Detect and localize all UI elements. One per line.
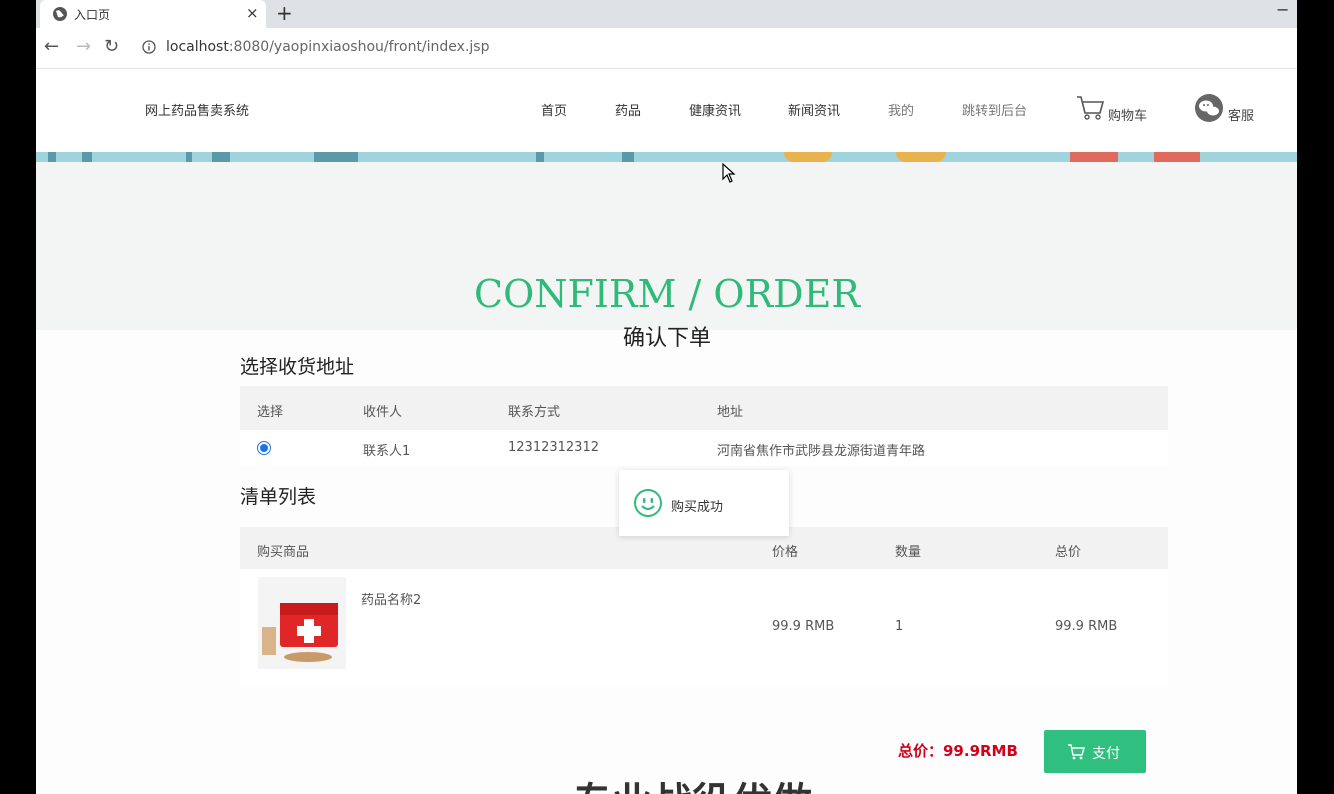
header-subtotal: 总价 xyxy=(1055,545,1082,560)
banner-block xyxy=(784,152,832,162)
header-product: 购买商品 xyxy=(257,545,310,560)
toast-message: 购买成功 xyxy=(671,500,724,515)
banner-block xyxy=(622,152,634,162)
browser-toolbar: ← → ↻ localhost:8080/yaopinxiaoshou/fron… xyxy=(36,28,1297,69)
nav-mine[interactable]: 我的 xyxy=(888,100,914,119)
address-bar[interactable]: localhost:8080/yaopinxiaoshou/front/inde… xyxy=(136,34,1286,62)
forward-icon[interactable]: → xyxy=(76,36,91,57)
nav-medicine[interactable]: 药品 xyxy=(615,100,641,119)
mouse-cursor-icon xyxy=(722,163,736,183)
nav-admin[interactable]: 跳转到后台 xyxy=(962,100,1027,119)
bottom-heading: 专业战役优做 xyxy=(572,770,812,794)
cart-icon xyxy=(1068,744,1085,760)
recipient-name: 联系人1 xyxy=(363,444,411,459)
order-total: 总价：99.9RMB xyxy=(898,742,1018,760)
browser-tab[interactable]: 入口页 × xyxy=(40,0,266,28)
product-price: 99.9 RMB xyxy=(772,619,835,634)
product-name[interactable]: 药品名称2 xyxy=(361,589,421,608)
product-subtotal: 99.9 RMB xyxy=(1055,619,1118,634)
minimize-button[interactable]: − xyxy=(1276,0,1289,19)
address-section-title: 选择收货地址 xyxy=(240,356,355,378)
banner-block xyxy=(212,152,230,162)
recipient-address: 河南省焦作市武陟县龙源街道青年路 xyxy=(717,444,926,459)
banner-block xyxy=(1154,152,1200,162)
tab-close-icon[interactable]: × xyxy=(246,4,259,22)
smile-icon xyxy=(634,489,662,517)
cart-link[interactable]: 购物车 xyxy=(1108,105,1147,124)
address-table-header: 选择 收件人 联系方式 地址 xyxy=(240,386,1168,430)
address-radio[interactable] xyxy=(257,441,271,455)
table-row: 联系人1 12312312312 河南省焦作市武陟县龙源街道青年路 xyxy=(240,430,1168,466)
page-title-en: CONFIRM / ORDER xyxy=(474,272,860,316)
nav-health-info[interactable]: 健康资讯 xyxy=(689,100,741,119)
header-contact: 联系方式 xyxy=(508,405,561,420)
reload-icon[interactable]: ↻ xyxy=(104,36,119,57)
customer-service-icon[interactable] xyxy=(1194,93,1224,123)
back-icon[interactable]: ← xyxy=(44,36,59,57)
site-header: 网上药品售卖系统 首页 药品 健康资讯 新闻资讯 我的 跳转到后台 购物车 客服 xyxy=(36,69,1297,152)
new-tab-button[interactable]: + xyxy=(276,1,293,25)
tab-title: 入口页 xyxy=(74,8,111,22)
product-image[interactable] xyxy=(258,577,346,669)
banner-block xyxy=(186,152,192,162)
banner-block xyxy=(48,152,56,162)
cart-icon[interactable] xyxy=(1076,95,1104,121)
site-title: 网上药品售卖系统 xyxy=(145,104,250,119)
list-section-title: 清单列表 xyxy=(240,486,317,508)
url-text: localhost:8080/yaopinxiaoshou/front/inde… xyxy=(166,39,489,55)
banner-block xyxy=(896,152,946,162)
browser-window: 入口页 × + − ← → ↻ localhost:8080/yaopinxia… xyxy=(36,0,1297,794)
recipient-phone: 12312312312 xyxy=(508,440,599,455)
purchase-success-toast: 购买成功 xyxy=(619,470,789,536)
tab-strip: 入口页 × + − xyxy=(36,0,1297,28)
customer-service-link[interactable]: 客服 xyxy=(1228,105,1254,124)
header-select: 选择 xyxy=(257,405,284,420)
url-host: localhost xyxy=(166,39,229,55)
banner-strip xyxy=(36,152,1297,162)
product-quantity: 1 xyxy=(895,619,904,634)
address-table: 选择 收件人 联系方式 地址 联系人1 12312312312 河南省焦作市武陟… xyxy=(240,386,1168,466)
pay-button-label: 支付 xyxy=(1092,746,1120,762)
banner-block xyxy=(536,152,544,162)
page-title-cn: 确认下单 xyxy=(622,326,711,351)
table-row: 药品名称2 99.9 RMB 1 99.9 RMB xyxy=(240,569,1168,683)
header-recipient: 收件人 xyxy=(363,405,403,420)
header-address: 地址 xyxy=(717,405,744,420)
globe-icon xyxy=(53,7,67,21)
banner-block xyxy=(82,152,92,162)
pay-button[interactable]: 支付 xyxy=(1044,730,1146,773)
order-items-table: 购买商品 价格 数量 总价 药品名称2 99.9 RMB 1 99.9 RMB xyxy=(240,527,1168,687)
header-quantity: 数量 xyxy=(895,545,922,560)
banner-block xyxy=(1070,152,1118,162)
nav-home[interactable]: 首页 xyxy=(541,100,567,119)
header-price: 价格 xyxy=(772,545,799,560)
info-icon[interactable] xyxy=(142,40,156,54)
nav-news[interactable]: 新闻资讯 xyxy=(788,100,840,119)
url-path: :8080/yaopinxiaoshou/front/index.jsp xyxy=(228,39,490,55)
banner-block xyxy=(314,152,358,162)
